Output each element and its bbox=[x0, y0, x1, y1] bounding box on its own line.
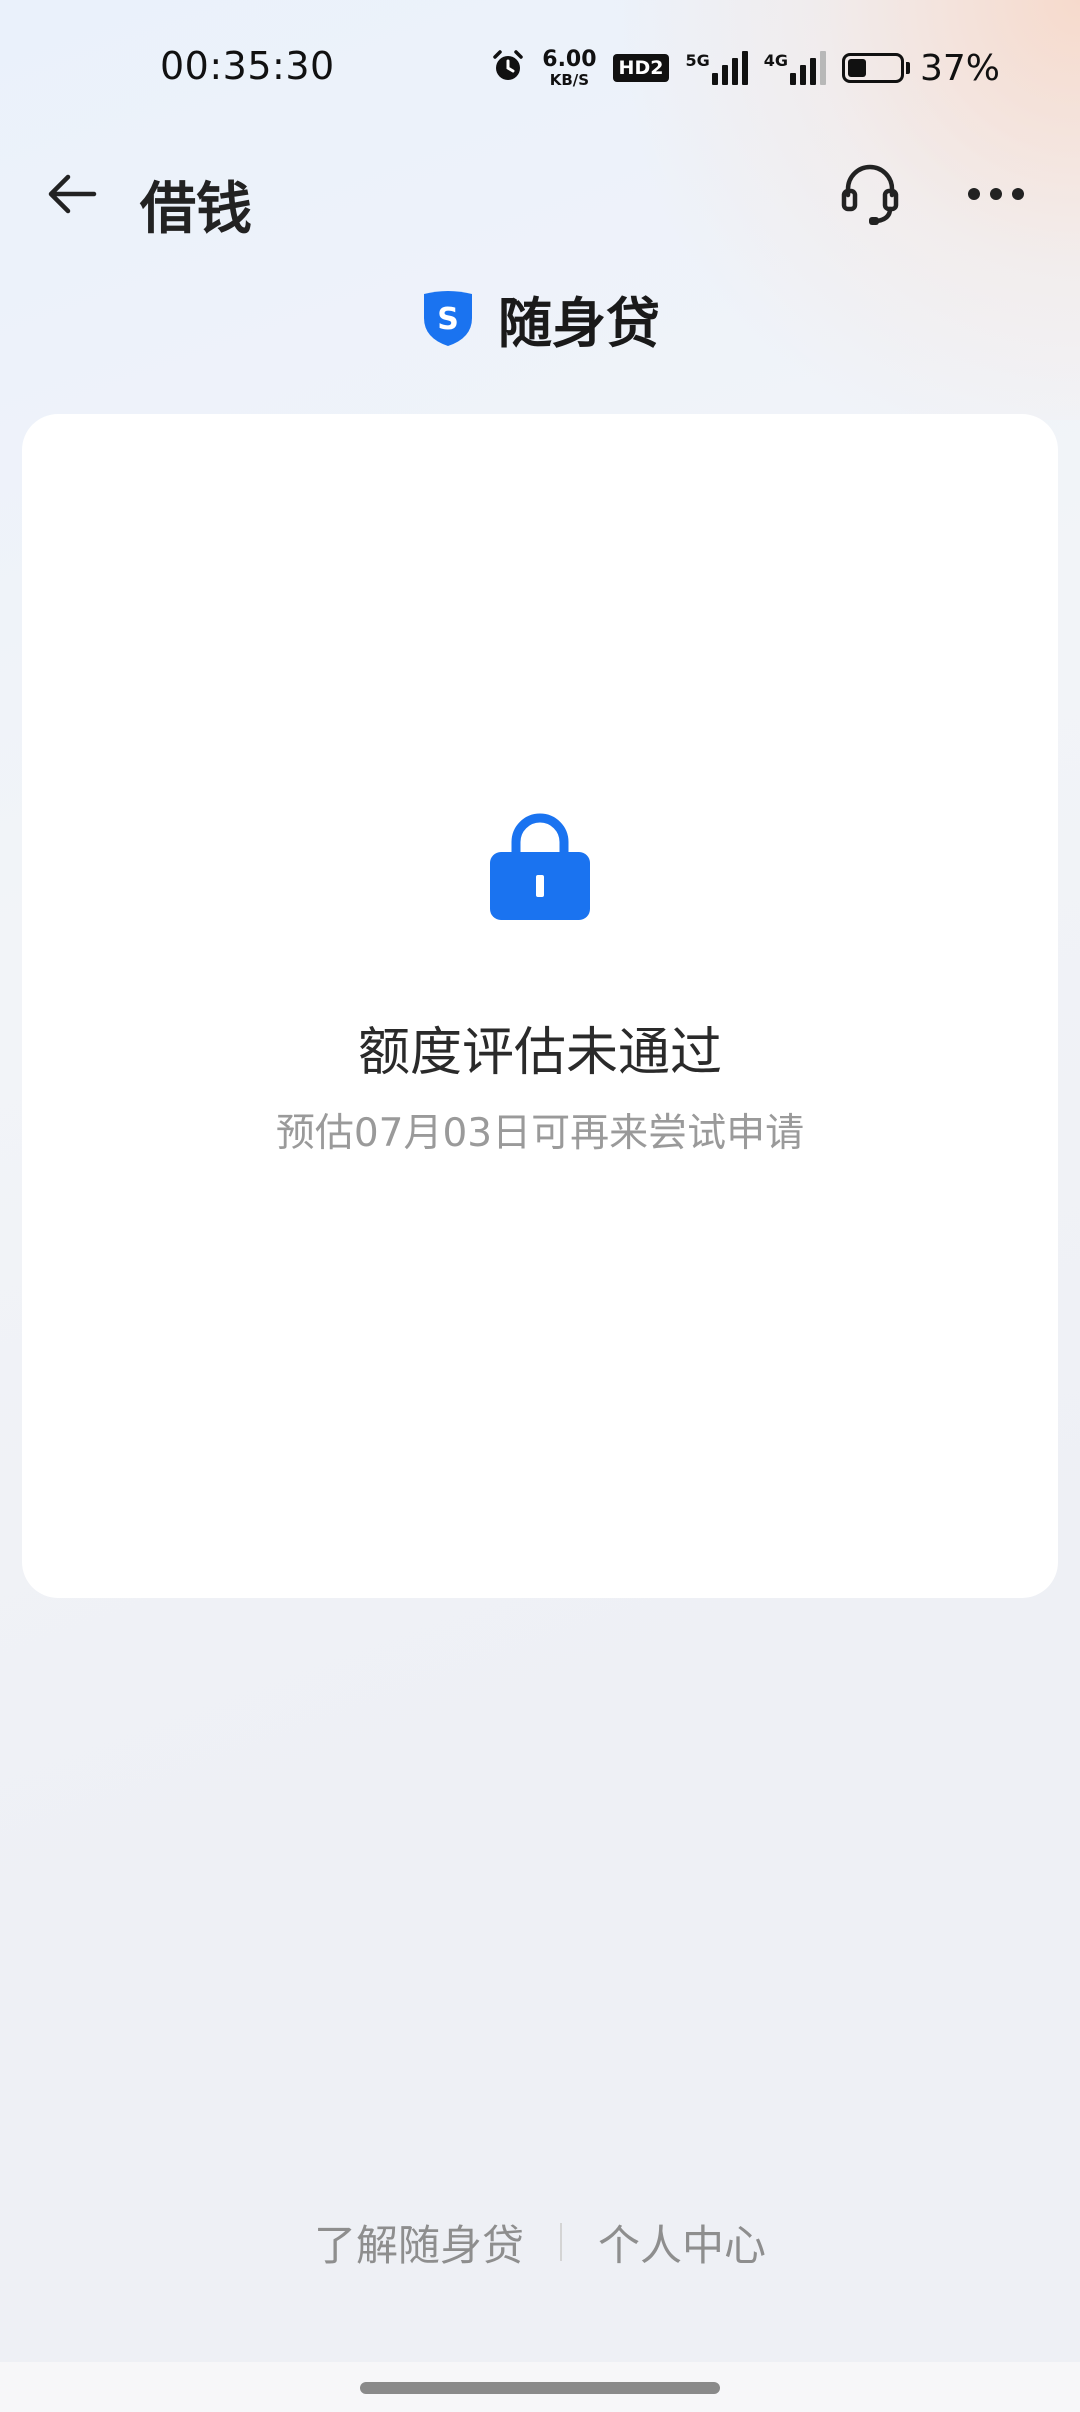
headset-icon bbox=[841, 164, 899, 225]
brand-header: S 随身贷 bbox=[0, 280, 1080, 356]
logo-letter: S bbox=[437, 302, 459, 337]
brand-name: 随身贷 bbox=[498, 291, 660, 355]
battery-icon: 37% bbox=[841, 47, 1000, 89]
app-header: 借钱 bbox=[0, 140, 1080, 250]
more-icon bbox=[968, 188, 1024, 200]
signal-bars-icon bbox=[711, 51, 748, 85]
more-button[interactable] bbox=[956, 162, 1036, 226]
battery-fill bbox=[847, 59, 867, 77]
network-speed-value: 6.00 bbox=[542, 46, 597, 72]
footer-links: 了解随身贷 个人中心 bbox=[0, 2210, 1080, 2274]
personal-center-link[interactable]: 个人中心 bbox=[598, 2212, 766, 2273]
signal-4g-label: 4G bbox=[763, 51, 788, 70]
signal-5g: 5G bbox=[685, 51, 748, 85]
home-indicator[interactable] bbox=[360, 2382, 720, 2394]
result-title: 额度评估未通过 bbox=[357, 1023, 722, 1083]
network-speed-unit: KB/S bbox=[549, 70, 590, 89]
back-button[interactable] bbox=[36, 158, 108, 230]
alarm-icon bbox=[490, 48, 526, 88]
back-arrow-icon bbox=[48, 174, 97, 214]
hd-badge: HD2 bbox=[612, 54, 670, 82]
signal-5g-label: 5G bbox=[685, 51, 710, 70]
lock-icon bbox=[490, 813, 590, 920]
status-bar: 00:35:30 6.00 KB/S HD2 5G 4G 37% bbox=[0, 0, 1080, 140]
application-result-card: 额度评估未通过 预估07月03日可再来尝试申请 bbox=[22, 414, 1058, 1598]
result-subtitle: 预估07月03日可再来尝试申请 bbox=[275, 1111, 805, 1156]
status-icons: 6.00 KB/S HD2 5G 4G 37% bbox=[490, 44, 1000, 92]
navigation-bar bbox=[0, 2362, 1080, 2412]
network-speed: 6.00 KB/S bbox=[542, 46, 597, 89]
page-title: 借钱 bbox=[140, 177, 252, 242]
signal-4g: 4G bbox=[764, 51, 826, 85]
customer-service-button[interactable] bbox=[834, 154, 906, 234]
shield-logo-icon: S bbox=[424, 291, 472, 346]
learn-more-link[interactable]: 了解随身贷 bbox=[314, 2212, 524, 2273]
footer-divider bbox=[560, 2223, 562, 2261]
signal-bars-icon bbox=[789, 51, 826, 85]
status-time: 00:35:30 bbox=[160, 44, 335, 88]
battery-percent: 37% bbox=[919, 47, 1000, 89]
